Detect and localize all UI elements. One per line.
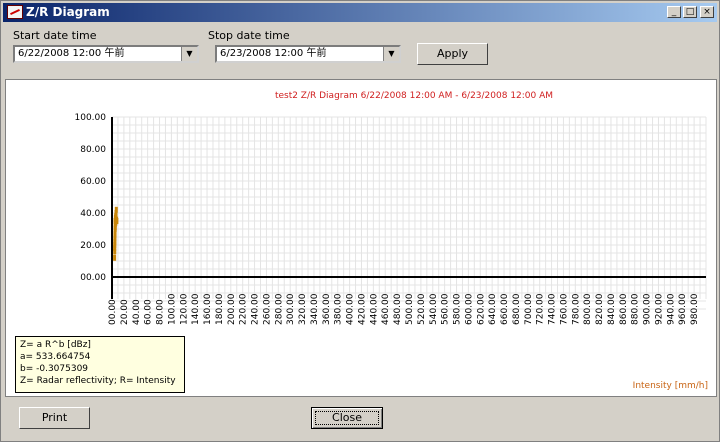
stop-date-value: 6/23/2008 12:00 午前 <box>220 48 327 59</box>
legend-line: Z= Radar reflectivity; R= Intensity <box>20 376 176 386</box>
x-tick-label: 860.00 <box>619 293 629 325</box>
x-tick-label: 100.00 <box>167 293 177 325</box>
x-tick-label: 540.00 <box>429 293 439 325</box>
x-tick-label: 900.00 <box>643 293 653 325</box>
x-tick-label: 00.00 <box>108 299 118 325</box>
app-icon <box>7 5 23 19</box>
x-tick-label: 400.00 <box>346 293 356 325</box>
x-tick-label: 500.00 <box>405 293 415 325</box>
x-tick-label: 340.00 <box>310 293 320 325</box>
data-point <box>115 218 119 224</box>
x-tick-label: 140.00 <box>191 293 201 325</box>
x-tick-label: 580.00 <box>453 293 463 325</box>
x-tick-label: 160.00 <box>203 293 213 325</box>
x-tick-label: 220.00 <box>239 293 249 325</box>
x-tick-label: 820.00 <box>595 293 605 325</box>
stop-date-label: Stop date time <box>208 29 290 42</box>
x-tick-label: 180.00 <box>215 293 225 325</box>
x-tick-label: 440.00 <box>369 293 379 325</box>
x-tick-label: 880.00 <box>631 293 641 325</box>
x-tick-label: 740.00 <box>548 293 558 325</box>
x-tick-label: 280.00 <box>274 293 284 325</box>
x-tick-label: 200.00 <box>227 293 237 325</box>
x-tick-label: 420.00 <box>357 293 367 325</box>
window-title: Z/R Diagram <box>26 5 110 19</box>
chevron-down-icon[interactable]: ▼ <box>181 47 197 61</box>
y-tick-label: 80.00 <box>80 145 106 155</box>
x-tick-label: 780.00 <box>571 293 581 325</box>
x-tick-label: 680.00 <box>512 293 522 325</box>
data-point <box>113 245 117 252</box>
x-tick-label: 60.00 <box>144 299 154 325</box>
x-tick-label: 520.00 <box>417 293 427 325</box>
x-tick-label: 80.00 <box>156 299 166 325</box>
start-date-label: Start date time <box>13 29 97 42</box>
minimize-button[interactable]: _ <box>667 6 681 18</box>
legend-line: a= 533.664754 <box>20 352 91 362</box>
x-tick-label: 600.00 <box>464 293 474 325</box>
start-date-combo[interactable]: 6/22/2008 12:00 午前 ▼ <box>13 45 199 63</box>
x-tick-label: 800.00 <box>583 293 593 325</box>
zr-diagram-window: Z/R Diagram _ □ × Start date time 6/22/2… <box>0 0 720 442</box>
start-date-value: 6/22/2008 12:00 午前 <box>18 48 125 59</box>
y-tick-label: 40.00 <box>80 209 106 219</box>
y-tick-label: 20.00 <box>80 241 106 251</box>
x-tick-label: 300.00 <box>286 293 296 325</box>
x-tick-label: 240.00 <box>251 293 261 325</box>
apply-button[interactable]: Apply <box>417 43 488 65</box>
chart-title: test2 Z/R Diagram 6/22/2008 12:00 AM - 6… <box>275 91 553 101</box>
data-point <box>113 254 117 261</box>
legend-line: Z= a R^b [dBz] <box>20 340 91 350</box>
x-tick-label: 760.00 <box>559 293 569 325</box>
close-window-button[interactable]: × <box>700 6 714 18</box>
x-tick-label: 980.00 <box>690 293 700 325</box>
maximize-button[interactable]: □ <box>683 6 697 18</box>
formula-legend: Z= a R^b [dBz] a= 533.664754 b= -0.30753… <box>15 336 185 393</box>
x-axis-label: Intensity [mm/h] <box>633 381 708 391</box>
data-point <box>113 238 117 245</box>
data-point <box>114 206 118 213</box>
legend-line: b= -0.3075309 <box>20 364 89 374</box>
data-point <box>113 224 117 231</box>
x-tick-label: 380.00 <box>334 293 344 325</box>
stop-date-combo[interactable]: 6/23/2008 12:00 午前 ▼ <box>215 45 401 63</box>
x-tick-label: 120.00 <box>179 293 189 325</box>
x-tick-label: 40.00 <box>132 299 142 325</box>
x-tick-label: 620.00 <box>476 293 486 325</box>
x-tick-label: 840.00 <box>607 293 617 325</box>
x-tick-label: 20.00 <box>120 299 130 325</box>
x-tick-label: 320.00 <box>298 293 308 325</box>
print-button[interactable]: Print <box>19 407 90 429</box>
chevron-down-icon[interactable]: ▼ <box>383 47 399 61</box>
close-button[interactable]: Close <box>311 407 383 429</box>
x-tick-label: 480.00 <box>393 293 403 325</box>
x-tick-label: 920.00 <box>654 293 664 325</box>
x-tick-label: 260.00 <box>262 293 272 325</box>
x-tick-label: 360.00 <box>322 293 332 325</box>
x-tick-label: 640.00 <box>488 293 498 325</box>
focus-rect <box>315 411 379 425</box>
y-tick-label: 60.00 <box>80 177 106 187</box>
y-tick-label: 100.00 <box>75 113 107 123</box>
x-tick-label: 940.00 <box>666 293 676 325</box>
data-point <box>113 232 117 239</box>
x-tick-label: 660.00 <box>500 293 510 325</box>
x-tick-label: 460.00 <box>381 293 391 325</box>
title-bar: Z/R Diagram _ □ × <box>3 3 717 22</box>
x-tick-label: 720.00 <box>536 293 546 325</box>
y-tick-label: 00.00 <box>80 273 106 283</box>
x-tick-label: 560.00 <box>441 293 451 325</box>
x-tick-label: 700.00 <box>524 293 534 325</box>
x-tick-label: 960.00 <box>678 293 688 325</box>
